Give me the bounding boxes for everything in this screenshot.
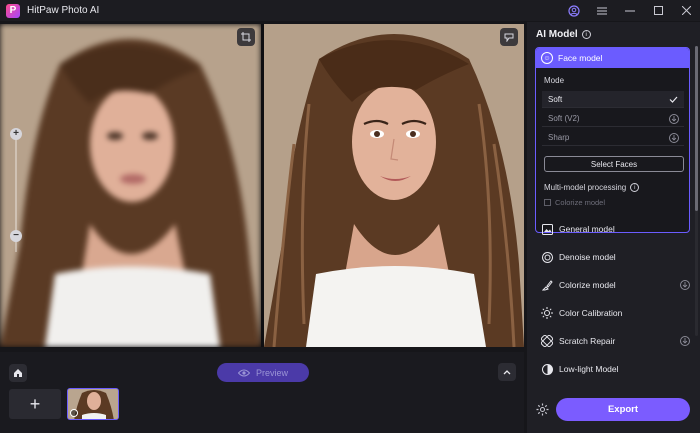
maximize-icon[interactable] [644, 0, 672, 21]
zoom-out-icon[interactable]: − [10, 230, 22, 242]
colorize-checkbox[interactable]: Colorize model [544, 198, 605, 207]
image-icon [541, 223, 553, 235]
checkbox-icon [544, 199, 551, 206]
model-color-calibration[interactable]: Color Calibration [535, 302, 690, 324]
mode-option-soft-v2[interactable]: Soft (V2) [542, 110, 684, 127]
face-model-header[interactable]: ☺ Face model [536, 48, 689, 68]
bottom-toolbar: Preview + [0, 352, 524, 433]
chevron-up-icon[interactable] [498, 363, 516, 381]
account-icon[interactable] [560, 0, 588, 21]
face-model-card[interactable]: ☺ Face model Mode Soft Soft (V2) Sharp S… [535, 47, 690, 233]
close-icon[interactable] [672, 0, 700, 21]
add-image-button[interactable]: + [9, 389, 61, 419]
preview-button-label: Preview [255, 367, 288, 378]
preview-area: + − [0, 24, 524, 347]
app-logo-icon: P [6, 3, 20, 18]
crop-icon[interactable] [237, 28, 255, 46]
sun-icon [541, 307, 553, 319]
denoise-icon [541, 251, 553, 263]
ai-model-panel: AI Model i ☺ Face model Mode Soft Soft (… [527, 22, 700, 433]
download-icon[interactable] [680, 336, 690, 346]
download-icon[interactable] [668, 132, 679, 143]
compare-icon[interactable] [500, 28, 518, 46]
multi-model-label: Multi-model processing i [544, 183, 640, 192]
export-button[interactable]: Export [556, 398, 690, 421]
gear-icon[interactable] [535, 402, 549, 416]
brush-icon [541, 279, 553, 291]
title-bar: P HitPaw Photo AI [0, 0, 700, 21]
panel-scrollbar-thumb[interactable] [695, 46, 698, 211]
panel-title: AI Model i [536, 29, 591, 40]
face-icon: ☺ [541, 52, 553, 64]
mode-label: Mode [544, 76, 565, 85]
model-colorize[interactable]: Colorize model [535, 274, 690, 296]
mode-option-sharp[interactable]: Sharp [542, 129, 684, 146]
contrast-icon [541, 363, 553, 375]
bandage-icon [541, 335, 553, 347]
enhanced-image-pane[interactable] [264, 24, 524, 347]
menu-icon[interactable] [588, 0, 616, 21]
mode-option-soft[interactable]: Soft [542, 91, 684, 108]
model-denoise[interactable]: Denoise model [535, 246, 690, 268]
enhanced-photo [264, 24, 524, 347]
select-faces-button[interactable]: Select Faces [544, 156, 684, 172]
download-icon[interactable] [680, 280, 690, 290]
check-icon [668, 94, 679, 105]
model-low-light[interactable]: Low-light Model [535, 358, 690, 380]
image-thumbnail[interactable] [67, 388, 119, 420]
zoom-in-icon[interactable]: + [10, 128, 22, 140]
download-icon[interactable] [668, 113, 679, 124]
model-general[interactable]: General model [535, 218, 690, 240]
model-scratch-repair[interactable]: Scratch Repair [535, 330, 690, 352]
original-image-pane[interactable]: + − [0, 24, 261, 347]
home-icon[interactable] [9, 364, 27, 382]
original-photo [0, 24, 261, 347]
info-icon[interactable]: i [630, 183, 640, 192]
eye-icon [237, 369, 250, 376]
app-title: HitPaw Photo AI [27, 5, 100, 16]
preview-button[interactable]: Preview [217, 363, 309, 382]
minimize-icon[interactable] [616, 0, 644, 21]
info-icon[interactable]: i [581, 30, 591, 39]
info-icon[interactable] [70, 409, 78, 417]
